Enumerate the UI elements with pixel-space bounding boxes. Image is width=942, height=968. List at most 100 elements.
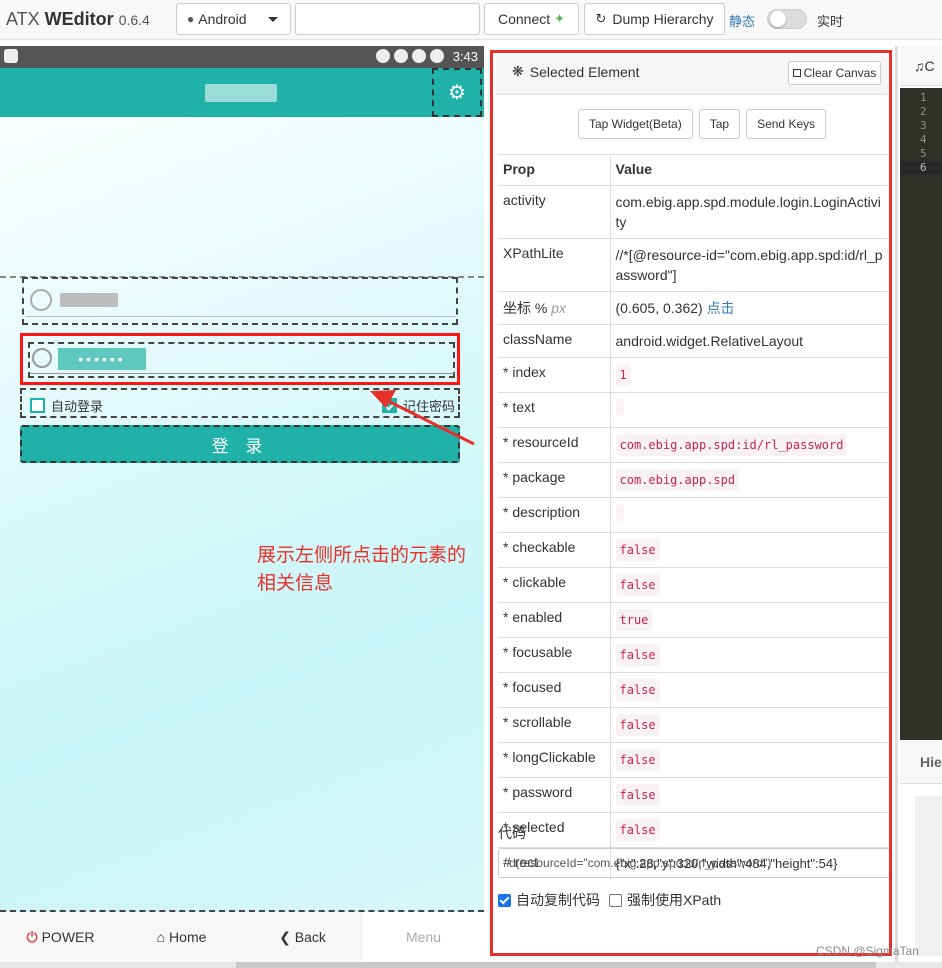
device-serial-input[interactable]: [295, 3, 480, 35]
login-button[interactable]: 登 录: [20, 425, 460, 463]
signal-icon: [412, 49, 426, 63]
prop-column-header: Prop: [498, 154, 611, 186]
power-icon: ⏻: [26, 928, 38, 945]
music-note-icon: ♫: [914, 58, 925, 74]
hierarchy-tree[interactable]: [915, 796, 942, 956]
live-mode-toggle[interactable]: [767, 9, 807, 29]
settings-gear-icon[interactable]: ⚙: [432, 68, 482, 117]
hierarchy-tab[interactable]: Hie: [900, 740, 942, 784]
plug-icon: ✦: [554, 11, 566, 26]
editor-tab-label: C: [924, 58, 935, 74]
table-row: * checkable false: [498, 532, 888, 568]
table-row: * scrollable false: [498, 707, 888, 743]
code-label: 代码: [498, 825, 526, 841]
top-navbar: ATX WEditor 0.6.4 ● Android Connect ✦ ↻ …: [0, 0, 942, 40]
line-number: 1: [920, 91, 927, 104]
prop-value: false: [615, 714, 660, 736]
platform-label: Android: [198, 11, 247, 27]
mode-live-label: 实时: [817, 14, 844, 29]
device-screen[interactable]: 3:43 ⚙ •••••• 自动登录 记住密码 登 录 展示左侧所点击的元素的相…: [0, 46, 484, 912]
tap-button[interactable]: Tap: [698, 109, 741, 139]
username-field[interactable]: [22, 277, 458, 325]
auto-copy-label: 自动复制代码: [516, 892, 600, 908]
scrollbar-thumb[interactable]: [236, 962, 876, 968]
mode-static-label: 静态: [729, 14, 756, 29]
connect-label: Connect: [497, 11, 551, 27]
table-row: * clickable false: [498, 567, 888, 603]
prop-label: * focused: [498, 672, 611, 708]
panel-header: ❋ Selected Element Clear Canvas: [496, 55, 888, 95]
prop-value: true: [615, 609, 653, 631]
remember-password-checkbox[interactable]: 记住密码: [382, 396, 455, 415]
menu-button[interactable]: Menu: [363, 912, 484, 962]
line-number: 5: [920, 147, 927, 160]
send-keys-button[interactable]: Send Keys: [746, 109, 827, 139]
back-button[interactable]: ❮ Back: [242, 912, 363, 962]
prop-value: false: [615, 679, 660, 701]
prop-label: * package: [498, 462, 611, 498]
annotation-arrow: [370, 390, 475, 446]
back-label: Back: [294, 929, 326, 945]
prop-label: XPathLite: [498, 238, 611, 292]
prop-value: 1: [615, 364, 631, 386]
table-row: 坐标 % px (0.605, 0.362) 点击: [498, 291, 888, 325]
auto-login-checkbox[interactable]: 自动登录: [30, 396, 103, 415]
power-button[interactable]: ⏻ POWER: [0, 912, 121, 962]
checkbox-checked: [382, 398, 397, 413]
menu-label: Menu: [405, 929, 442, 945]
prop-value: [615, 504, 624, 521]
prop-label: * index: [498, 357, 611, 393]
dnd-icon: [376, 49, 390, 63]
table-row: * index 1: [498, 357, 888, 393]
table-row: activity com.ebig.app.spd.module.login.L…: [498, 185, 888, 239]
prop-value: false: [615, 819, 660, 841]
table-row: * package com.ebig.app.spd: [498, 462, 888, 498]
table-row: * text: [498, 392, 888, 428]
pane-divider[interactable]: [895, 46, 898, 968]
status-icons: [376, 49, 444, 63]
home-button[interactable]: ⌂ Home: [121, 912, 242, 962]
element-icon: ❋: [512, 63, 524, 79]
device-status-bar: 3:43: [0, 46, 484, 68]
password-field[interactable]: ••••••: [28, 342, 455, 378]
code-snippet-field[interactable]: d(resourceId="com.ebig.app.spd:id/rl_pas…: [498, 848, 889, 878]
connect-button[interactable]: Connect ✦: [484, 3, 579, 35]
prop-label: * description: [498, 497, 611, 533]
table-row: * enabled true: [498, 602, 888, 638]
coord-click-link[interactable]: 点击: [707, 300, 735, 316]
dump-hierarchy-button[interactable]: ↻ Dump Hierarchy: [584, 3, 725, 35]
force-xpath-checkbox[interactable]: [609, 893, 622, 907]
checkbox-unchecked: [30, 398, 45, 413]
code-editor[interactable]: 1 2 3 4 5 6: [900, 88, 942, 740]
editor-tab[interactable]: ♫C: [900, 46, 942, 86]
prop-value: false: [615, 539, 660, 561]
line-number: 2: [920, 105, 927, 118]
prop-label: * password: [498, 777, 611, 813]
prop-label: 坐标 % px: [498, 291, 611, 325]
toggle-knob: [770, 11, 786, 27]
line-gutter: 1 2 3 4 5 6: [900, 88, 942, 740]
blurred-username: [60, 293, 118, 307]
auto-copy-checkbox[interactable]: [498, 893, 511, 907]
prop-value: [615, 399, 624, 416]
prop-label: activity: [498, 185, 611, 239]
prop-value: false: [615, 644, 660, 666]
auto-login-label: 自动登录: [51, 399, 104, 414]
selected-element-panel: ❋ Selected Element Clear Canvas Tap Widg…: [490, 50, 892, 956]
coord-value: (0.605, 0.362): [615, 300, 703, 316]
line-number: 4: [920, 133, 927, 146]
value-column-header: Value: [610, 154, 888, 186]
properties-table: Prop Value activity com.ebig.app.spd.mod…: [498, 154, 888, 880]
table-header: Prop Value: [498, 154, 888, 186]
key-icon: [32, 348, 52, 368]
prop-label: * text: [498, 392, 611, 428]
tap-widget-button[interactable]: Tap Widget(Beta): [578, 109, 693, 139]
clear-canvas-button[interactable]: Clear Canvas: [788, 61, 881, 85]
platform-dropdown[interactable]: ● Android: [176, 3, 291, 35]
coord-unit: px: [551, 300, 567, 316]
prop-label: * clickable: [498, 567, 611, 603]
prop-value: (0.605, 0.362) 点击: [610, 291, 888, 325]
horizontal-scrollbar[interactable]: [0, 962, 942, 968]
device-app-bar[interactable]: ⚙: [0, 68, 484, 117]
prop-value: //*[@resource-id="com.ebig.app.spd:id/rl…: [610, 238, 888, 292]
